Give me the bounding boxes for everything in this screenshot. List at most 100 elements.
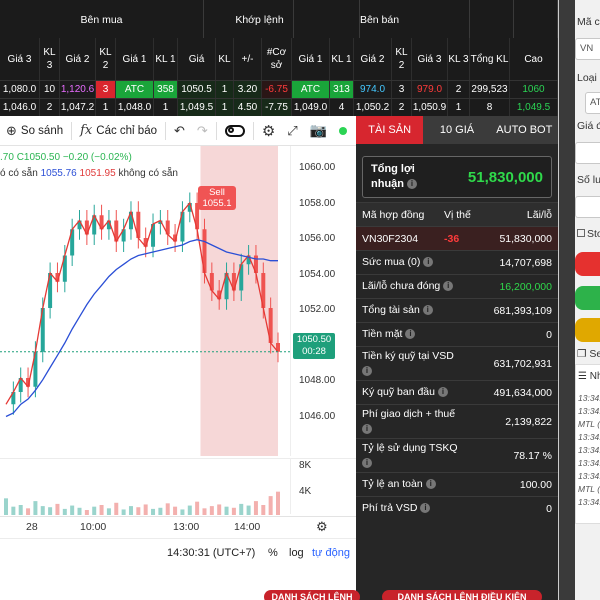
info-icon[interactable]: i <box>425 479 436 490</box>
volume-bar <box>4 498 8 515</box>
hdr-s-kl1: KL 1 <box>330 38 354 80</box>
checkbox-icon <box>577 229 585 237</box>
cell: 1050.5 <box>178 81 216 99</box>
settings-button[interactable]: ⚙ <box>256 116 281 146</box>
info-icon[interactable]: i <box>422 305 433 316</box>
time-axis[interactable]: 28 10:00 13:00 14:00 ⚙ <box>0 516 356 538</box>
volume-bar <box>217 504 222 515</box>
snapshot-button[interactable]: 📷 <box>304 116 333 146</box>
order-type-select[interactable]: ATC <box>585 92 600 114</box>
cell: 1 <box>216 81 234 99</box>
cell: 1 <box>154 99 178 117</box>
chart-bottom-bar: 14:30:31 (UTC+7) % log tự động <box>0 538 356 566</box>
cell: 1,049.0 <box>292 99 330 117</box>
group-sell: Bên bán <box>290 0 470 38</box>
sell-order-button[interactable] <box>575 252 600 276</box>
sell-marker[interactable]: Sell 1055.1 <box>198 186 236 210</box>
order-panel: Mã ch VN Loại l ATC Giá đ Số lư Stop l ❐… <box>558 0 600 600</box>
cancel-order-button[interactable] <box>575 318 600 342</box>
asset-label: Ký quỹ ban đầu i <box>362 385 494 400</box>
position-row[interactable]: VN30F2304 -36 51,830,000 <box>356 226 558 250</box>
conditional-order-list-button[interactable]: DANH SÁCH LỆNH ĐIỀU KIỆN <box>382 590 542 600</box>
volume-bar <box>195 501 200 515</box>
volume-bar <box>276 491 280 515</box>
y-tick: 1048.00 <box>299 375 336 386</box>
cell: 299,523 <box>470 81 510 99</box>
hdr-b-kl3: KL 3 <box>40 38 60 80</box>
price-plot[interactable]: .70 C1050.50 −0.20 (−0.02%) ó có sẵn 105… <box>0 146 290 456</box>
auto-toggle[interactable]: tự động <box>312 547 350 559</box>
hdr-b-gia3: Giá 3 <box>0 38 40 80</box>
cell: ATC <box>116 81 154 99</box>
col-contract: Mã hợp đồng <box>362 208 425 221</box>
info-icon[interactable]: i <box>423 257 434 268</box>
asset-row: Ký quỹ ban đầu i 491,634,000 <box>356 380 558 404</box>
volume-pane[interactable] <box>0 458 290 515</box>
info-icon[interactable]: i <box>437 387 448 398</box>
info-icon[interactable]: i <box>443 281 454 292</box>
hdr-m-gia: Giá <box>178 38 216 80</box>
buy-order-button[interactable] <box>575 286 600 310</box>
info-icon[interactable]: i <box>407 179 417 190</box>
asset-row: Phí giao dịch + thuế i 2,139,822 <box>356 404 558 438</box>
board-row[interactable]: 1,080.0 10 1,120.6 3 ATC 358 1050.5 1 3.… <box>0 80 558 99</box>
log-entry: MTL (10 <box>578 484 600 494</box>
asset-row: Tỷ lệ an toàn i 100.00 <box>356 472 558 496</box>
cell: 1060 <box>510 81 558 99</box>
info-icon[interactable]: i <box>420 503 431 514</box>
percent-toggle[interactable]: % <box>268 547 278 559</box>
order-price-input[interactable] <box>575 142 600 164</box>
total-pnl-box: Tổng lợi nhuận i 51,830,000 <box>362 156 552 198</box>
asset-value: 14,707,698 <box>499 256 552 269</box>
hdr-s-gia1: Giá 1 <box>292 38 330 80</box>
info-icon[interactable]: i <box>362 457 372 468</box>
log-toggle[interactable]: log <box>289 547 304 559</box>
asset-label: Lãi/lỗ chưa đóng i <box>362 279 499 294</box>
chart-toolbar: ⊕ So sánh fx Các chỉ báo ↶ ↷ ⚙ ⤢ 📷 <box>0 116 356 146</box>
order-code-input[interactable]: VN <box>575 38 600 60</box>
legend-ma: ó có sẵn 1055.76 1051.95 không có sẵn <box>0 168 178 179</box>
volume-bar <box>48 507 53 515</box>
info-icon[interactable]: i <box>362 365 372 376</box>
order-log: ☰ Nhật k 13:34:1 13:34:1 MTL (10 13:34:1 13:… <box>575 364 600 524</box>
log-entry: 13:34:2 <box>578 497 600 507</box>
volume-bar <box>253 501 258 515</box>
tab-auto-bot[interactable]: AUTO BOT <box>491 116 558 144</box>
tab-10-prices[interactable]: 10 GIÁ <box>423 116 490 144</box>
indicators-button[interactable]: fx Các chỉ báo <box>74 116 163 146</box>
positions-header: Mã hợp đồng Vị thế Lãi/lỗ <box>356 202 558 226</box>
cell: 4 <box>330 99 354 117</box>
info-icon[interactable]: i <box>362 423 372 434</box>
y-tick: 1046.00 <box>299 410 336 422</box>
copy-icon: ❐ <box>577 348 587 360</box>
volume-bar <box>143 504 148 515</box>
asset-value: 0 <box>546 328 552 341</box>
order-qty-input[interactable] <box>575 196 600 218</box>
gear-icon[interactable]: ⚙ <box>316 519 328 535</box>
board-row[interactable]: 1,046.0 2 1,047.2 1 1,048.0 1 1,049.5 1 … <box>0 98 558 117</box>
volume-bar <box>231 507 236 515</box>
undo-button[interactable]: ↶ <box>168 116 191 146</box>
cell: 3.20 <box>234 81 262 99</box>
fullscreen-button[interactable]: ⤢ <box>281 116 303 146</box>
asset-row: Tỷ lệ sử dụng TSKQ i 78.17 % <box>356 438 558 472</box>
volume-bar <box>187 505 192 515</box>
trading-screen: Bên mua Khớp lệnh Bên bán Giá 3 KL 3 Giá… <box>0 0 600 600</box>
order-list-button[interactable]: DANH SÁCH LỆNH <box>264 590 360 600</box>
legend-change: −0.20 (−0.02%) <box>62 152 132 163</box>
volume-bar <box>246 505 251 515</box>
stop-order-toggle[interactable]: Stop l <box>577 228 600 240</box>
sell-marker-label: Sell <box>209 187 225 198</box>
compare-button[interactable]: ⊕ So sánh <box>0 116 69 146</box>
info-icon[interactable]: i <box>405 329 416 340</box>
redo-button[interactable]: ↷ <box>191 116 214 146</box>
log-entry: 13:34:1 <box>578 406 600 416</box>
replay-button[interactable] <box>219 116 251 146</box>
tab-assets[interactable]: TÀI SẢN <box>356 116 424 144</box>
y-tick: 1054.00 <box>299 268 336 280</box>
cell: 1,080.0 <box>0 81 40 99</box>
x-tick: 14:00 <box>234 521 261 533</box>
price-axis[interactable]: 1060.00 1058.00 1056.00 1054.00 1052.00 1050.… <box>290 146 356 456</box>
y-tick: 1058.00 <box>299 197 336 209</box>
volume-bar <box>268 496 273 515</box>
